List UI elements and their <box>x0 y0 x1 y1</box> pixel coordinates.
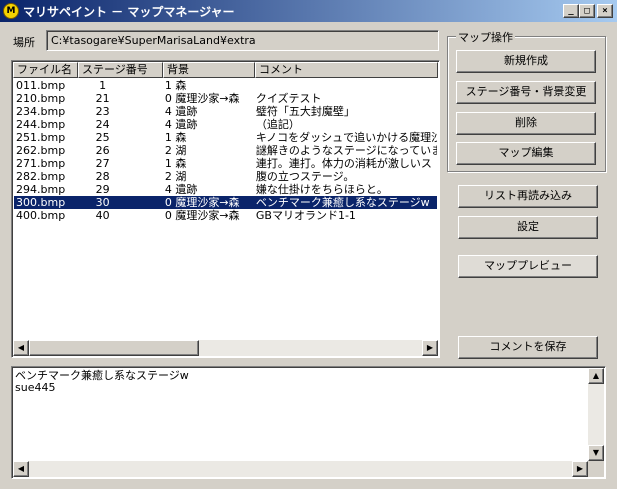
scroll-left-icon[interactable]: ◀ <box>13 340 29 356</box>
table-row[interactable]: 251.bmp 25 1 森 キノコをダッシュで追いかける魔理沙 <box>14 131 437 144</box>
cell-filename: 244.bmp <box>16 118 66 131</box>
comment-horizontal-scrollbar[interactable]: ◀ ▶ <box>13 461 588 477</box>
scroll-up-icon[interactable]: ▲ <box>588 368 604 384</box>
cell-background: 1 森 <box>164 79 187 92</box>
map-file-list[interactable]: ファイル名 ステージ番号 背景 コメント 011.bmp 1 1 森 210.bmp 2… <box>11 60 440 358</box>
app-icon: M <box>3 3 19 19</box>
cell-stage: 1 <box>99 79 107 92</box>
settings-button[interactable]: 設定 <box>458 216 598 239</box>
cell-comment: 璧符「五大封魔壁」 <box>255 105 355 118</box>
location-label: 場所 <box>13 36 35 49</box>
cell-stage: 26 <box>95 144 110 157</box>
scroll-right-icon[interactable]: ▶ <box>422 340 438 356</box>
column-header-background[interactable]: 背景 <box>163 62 255 78</box>
scroll-thumb[interactable] <box>29 340 199 356</box>
cell-background: 0 魔理沙家→森 <box>164 196 240 209</box>
cell-comment: 連打。連打。体力の消耗が激しいス <box>255 157 432 170</box>
table-row[interactable]: 210.bmp 21 0 魔理沙家→森 クイズテスト <box>14 92 437 105</box>
list-rows: 011.bmp 1 1 森 210.bmp 21 0 魔理沙家→森 クイズテスト 234.bm… <box>14 79 437 222</box>
cell-background: 2 湖 <box>164 170 187 183</box>
cell-comment: 謎解きのようなステージになっていま <box>255 144 437 157</box>
cell-background: 4 遺跡 <box>164 118 198 131</box>
window-title: マリサペイント － マップマネージャー <box>23 5 235 19</box>
cell-stage: 25 <box>95 131 110 144</box>
save-comment-button[interactable]: コメントを保存 <box>458 336 598 359</box>
cell-background: 0 魔理沙家→森 <box>164 209 240 222</box>
list-header: ファイル名 ステージ番号 背景 コメント <box>13 62 438 78</box>
table-row[interactable]: 282.bmp 28 2 湖 腹の立つステージ。 <box>14 170 437 183</box>
cell-background: 1 森 <box>164 157 187 170</box>
cell-background: 4 遺跡 <box>164 105 198 118</box>
cell-background: 2 湖 <box>164 144 187 157</box>
cell-comment <box>254 79 437 92</box>
maximize-button[interactable]: □ <box>579 4 595 18</box>
scroll-left-icon[interactable]: ◀ <box>13 461 29 477</box>
cell-comment: （追記） <box>255 118 300 131</box>
change-stage-bg-button[interactable]: ステージ番号・背景変更 <box>456 81 596 104</box>
new-map-button[interactable]: 新規作成 <box>456 50 596 73</box>
cell-comment: キノコをダッシュで追いかける魔理沙 <box>255 131 437 144</box>
scroll-down-icon[interactable]: ▼ <box>588 445 604 461</box>
table-row[interactable]: 262.bmp 26 2 湖 謎解きのようなステージになっていま <box>14 144 437 157</box>
cell-comment: GBマリオランド1-1 <box>255 209 356 222</box>
cell-filename: 271.bmp <box>16 157 66 170</box>
map-ops-caption: マップ操作 <box>456 29 515 45</box>
list-horizontal-scrollbar[interactable]: ◀ ▶ <box>13 340 438 356</box>
table-row[interactable]: 244.bmp 24 4 遺跡 （追記） <box>14 118 437 131</box>
cell-comment: ベンチマーク兼癒し系なステージw <box>255 196 430 209</box>
title-bar: M マリサペイント － マップマネージャー _ □ × <box>0 0 617 22</box>
scroll-corner <box>588 461 604 477</box>
minimize-button[interactable]: _ <box>563 4 579 18</box>
cell-filename: 300.bmp <box>16 196 66 209</box>
cell-background: 0 魔理沙家→森 <box>164 92 240 105</box>
comment-textarea[interactable]: ベンチマーク兼癒し系なステージw sue445 ▲ ▼ ◀ ▶ <box>11 366 606 479</box>
map-preview-button[interactable]: マッププレビュー <box>458 255 598 278</box>
cell-filename: 400.bmp <box>16 209 66 222</box>
cell-filename: 210.bmp <box>16 92 66 105</box>
delete-button[interactable]: 削除 <box>456 112 596 135</box>
cell-comment: 嫌な仕掛けをちらほらと。 <box>255 183 388 196</box>
cell-background: 4 遺跡 <box>164 183 198 196</box>
cell-filename: 011.bmp <box>16 79 66 92</box>
cell-background: 1 森 <box>164 131 187 144</box>
cell-filename: 251.bmp <box>16 131 66 144</box>
column-header-comment[interactable]: コメント <box>255 62 438 78</box>
scroll-right-icon[interactable]: ▶ <box>572 461 588 477</box>
comment-text: ベンチマーク兼癒し系なステージw sue445 <box>15 369 189 394</box>
cell-stage: 24 <box>95 118 110 131</box>
cell-filename: 234.bmp <box>16 105 66 118</box>
table-row[interactable]: 300.bmp 30 0 魔理沙家→森 ベンチマーク兼癒し系なステージw <box>14 196 437 209</box>
comment-vertical-scrollbar[interactable]: ▲ ▼ <box>588 368 604 461</box>
cell-filename: 294.bmp <box>16 183 66 196</box>
table-row[interactable]: 271.bmp 27 1 森 連打。連打。体力の消耗が激しいス <box>14 157 437 170</box>
cell-stage: 29 <box>95 183 110 196</box>
cell-stage: 27 <box>95 157 110 170</box>
cell-stage: 40 <box>95 209 110 222</box>
cell-comment: クイズテスト <box>255 92 322 105</box>
cell-filename: 262.bmp <box>16 144 66 157</box>
cell-stage: 23 <box>95 105 110 118</box>
cell-stage: 21 <box>95 92 110 105</box>
edit-map-button[interactable]: マップ編集 <box>456 142 596 165</box>
table-row[interactable]: 011.bmp 1 1 森 <box>14 79 437 92</box>
reload-list-button[interactable]: リスト再読み込み <box>458 185 598 208</box>
cell-stage: 30 <box>95 196 110 209</box>
table-row[interactable]: 294.bmp 29 4 遺跡 嫌な仕掛けをちらほらと。 <box>14 183 437 196</box>
column-header-filename[interactable]: ファイル名 <box>13 62 78 78</box>
column-header-stage[interactable]: ステージ番号 <box>78 62 163 78</box>
cell-comment: 腹の立つステージ。 <box>255 170 355 183</box>
cell-filename: 282.bmp <box>16 170 66 183</box>
table-row[interactable]: 234.bmp 23 4 遺跡 璧符「五大封魔壁」 <box>14 105 437 118</box>
close-button[interactable]: × <box>597 4 613 18</box>
location-path-field[interactable]: C:¥tasogare¥SuperMarisaLand¥extra <box>46 30 439 51</box>
table-row[interactable]: 400.bmp 40 0 魔理沙家→森 GBマリオランド1-1 <box>14 209 437 222</box>
cell-stage: 28 <box>95 170 110 183</box>
